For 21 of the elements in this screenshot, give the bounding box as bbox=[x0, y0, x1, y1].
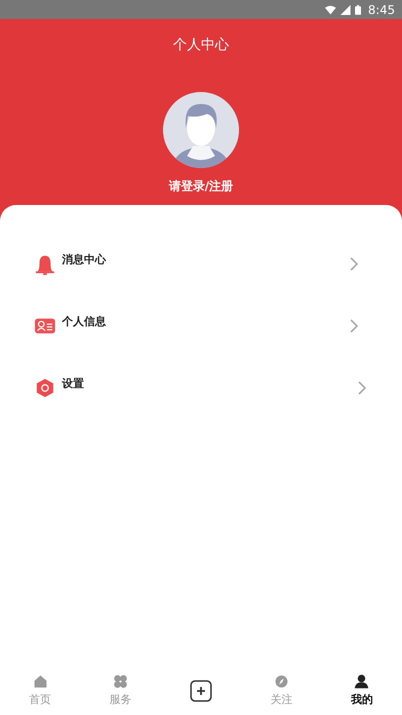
battery-icon bbox=[355, 4, 362, 14]
home-icon bbox=[32, 674, 48, 689]
bell-icon bbox=[34, 253, 56, 275]
chevron-icon bbox=[350, 257, 358, 271]
tab-item[interactable]: 我的 bbox=[322, 666, 402, 715]
signal-icon bbox=[340, 4, 352, 14]
chevron-icon bbox=[358, 381, 366, 395]
wifi-icon bbox=[325, 4, 336, 14]
compass-icon bbox=[274, 674, 289, 689]
person-icon bbox=[354, 674, 370, 689]
grid-icon bbox=[113, 674, 128, 689]
plus-icon bbox=[190, 680, 212, 702]
menu-item[interactable]: 个人信息 bbox=[0, 295, 402, 357]
menu-item[interactable]: 消息中心 bbox=[0, 233, 402, 295]
avatar-icon bbox=[163, 92, 239, 168]
chevron-icon bbox=[350, 319, 358, 333]
page-title: 个人中心 bbox=[173, 36, 229, 54]
menu-item[interactable]: 设置 bbox=[0, 357, 402, 419]
login-link[interactable]: 请登录/注册 bbox=[168, 178, 234, 195]
clock: 8:45 bbox=[368, 2, 395, 16]
hexagon-icon bbox=[34, 377, 56, 399]
